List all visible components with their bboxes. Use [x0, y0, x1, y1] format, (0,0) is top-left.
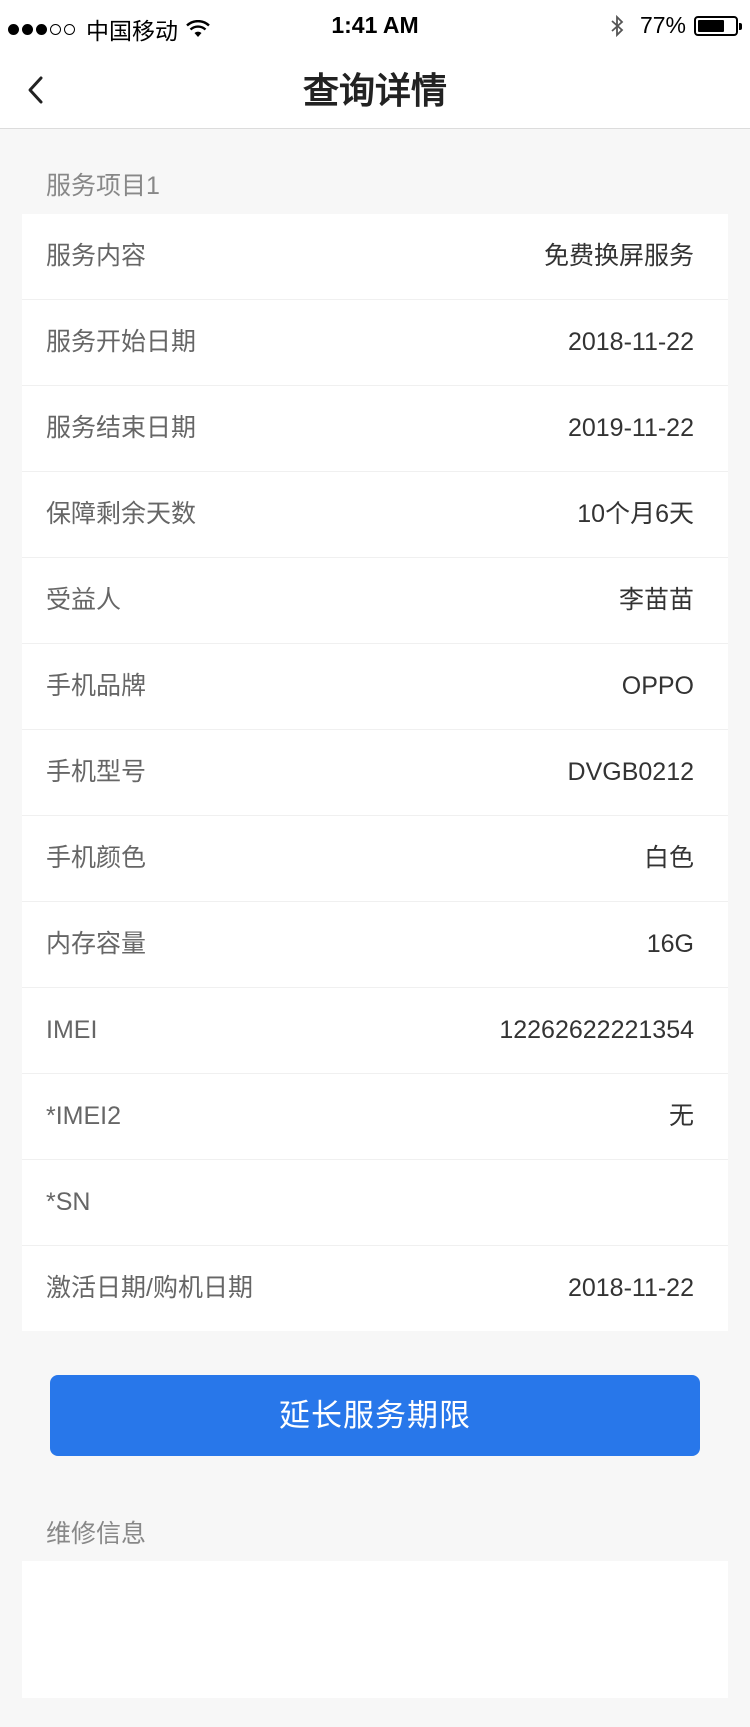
info-label: 手机颜色	[46, 844, 147, 872]
status-right: 77%	[610, 12, 742, 39]
info-label: *SN	[46, 1188, 91, 1216]
repair-info-card	[22, 1561, 728, 1698]
info-label: *IMEI2	[46, 1102, 122, 1130]
bluetooth-icon	[611, 14, 624, 37]
info-row: 服务内容 免费换屏服务	[22, 214, 728, 300]
info-row: 手机颜色 白色	[22, 816, 728, 902]
page-title: 查询详情	[302, 70, 447, 111]
info-value: 12262622221354	[499, 1016, 694, 1044]
info-value: 10个月6天	[577, 500, 694, 528]
battery-percent: 77%	[639, 12, 686, 38]
info-row: IMEI 12262622221354	[22, 988, 728, 1074]
info-label: IMEI	[46, 1016, 98, 1044]
nav-bar: 查询详情	[0, 54, 750, 129]
info-row: 激活日期/购机日期 2018-11-22	[22, 1246, 728, 1331]
info-label: 保障剩余天数	[46, 500, 197, 528]
info-value: 白色	[643, 844, 694, 872]
info-label: 手机型号	[46, 758, 147, 786]
info-value: OPPO	[621, 672, 694, 700]
info-row: 服务结束日期 2019-11-22	[22, 386, 728, 472]
service-section-title: 服务项目1	[46, 172, 160, 200]
info-value: 2019-11-22	[567, 414, 694, 442]
info-row: 手机型号 DVGB0212	[22, 730, 728, 816]
info-label: 服务开始日期	[46, 328, 197, 356]
info-value: 2018-11-22	[567, 1274, 694, 1302]
info-label: 手机品牌	[46, 672, 147, 700]
info-label: 服务结束日期	[46, 414, 197, 442]
info-row: 保障剩余天数 10个月6天	[22, 472, 728, 558]
info-value: DVGB0212	[567, 758, 694, 786]
info-value: 2018-11-22	[567, 328, 694, 356]
info-row: 受益人 李苗苗	[22, 558, 728, 644]
info-value: 李苗苗	[618, 586, 694, 614]
info-row: 服务开始日期 2018-11-22	[22, 300, 728, 386]
info-value: 免费换屏服务	[543, 242, 694, 270]
info-row: *SN	[22, 1160, 728, 1246]
info-value: 无	[668, 1102, 694, 1130]
info-label: 受益人	[46, 586, 122, 614]
info-label: 服务内容	[46, 242, 147, 270]
extend-service-button[interactable]: 延长服务期限	[50, 1375, 700, 1456]
repair-section-title: 维修信息	[46, 1520, 147, 1548]
info-label: 内存容量	[46, 930, 147, 958]
info-label: 激活日期/购机日期	[46, 1274, 253, 1302]
info-value: 16G	[646, 930, 694, 958]
service-info-card: 服务内容 免费换屏服务 服务开始日期 2018-11-22 服务结束日期 201…	[22, 214, 728, 1331]
info-row: 手机品牌 OPPO	[22, 644, 728, 730]
info-row: 内存容量 16G	[22, 902, 728, 988]
info-row: *IMEI2 无	[22, 1074, 728, 1160]
status-bar: 中国移动 1:41 AM 77%	[0, 0, 750, 54]
battery-icon	[694, 15, 742, 36]
